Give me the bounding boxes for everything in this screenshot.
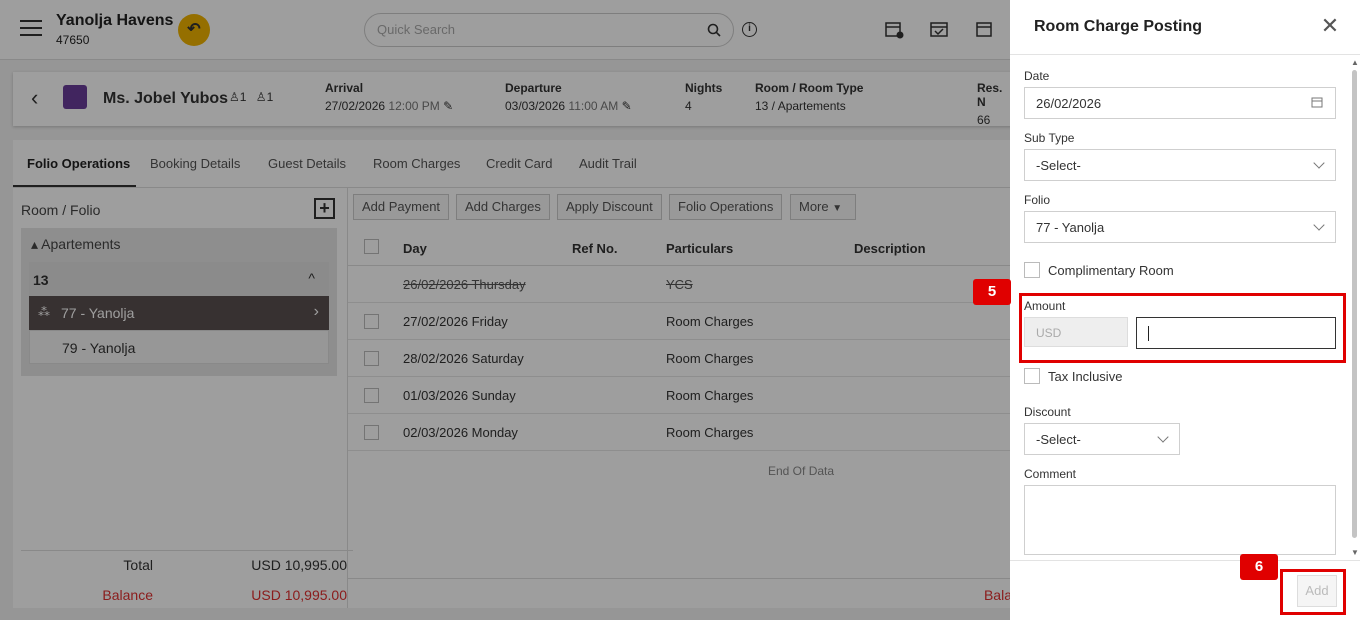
sub-type-value: -Select- [1036,158,1081,173]
comment-label: Comment [1024,467,1077,481]
modal-backdrop[interactable] [0,0,1010,620]
folio-label: Folio [1024,193,1051,207]
calendar-icon[interactable] [1311,96,1323,108]
tax-inclusive-label[interactable]: Tax Inclusive [1048,369,1122,384]
folio-select[interactable]: 77 - Yanolja [1024,211,1336,243]
amount-highlight-box [1019,293,1346,363]
panel-header: Room Charge Posting ✕ [1010,0,1360,55]
sub-type-label: Sub Type [1024,131,1075,145]
folio-value: 77 - Yanolja [1036,220,1105,235]
step-6-badge: 6 [1240,554,1278,580]
complimentary-label[interactable]: Complimentary Room [1048,263,1174,278]
complimentary-checkbox[interactable] [1024,262,1040,278]
close-icon[interactable]: ✕ [1320,15,1340,37]
comment-textarea[interactable] [1024,485,1336,555]
scroll-down-icon[interactable]: ▼ [1351,548,1359,557]
panel-title: Room Charge Posting [1034,18,1203,35]
chevron-down-icon [1157,431,1169,443]
sub-type-select[interactable]: -Select- [1024,149,1336,181]
add-highlight-box [1280,569,1346,615]
date-value: 26/02/2026 [1036,96,1102,111]
scroll-thumb[interactable] [1352,70,1357,538]
date-label: Date [1024,69,1050,83]
step-5-badge: 5 [973,279,1011,305]
chevron-down-icon [1313,219,1325,231]
date-field[interactable]: 26/02/2026 [1024,87,1336,119]
discount-value: -Select- [1036,432,1081,447]
scroll-up-icon[interactable]: ▲ [1351,58,1359,67]
panel-scrollbar[interactable]: ▲ ▼ [1350,58,1359,558]
discount-select[interactable]: -Select- [1024,423,1180,455]
discount-label: Discount [1024,405,1071,419]
chevron-down-icon [1313,157,1325,169]
tax-inclusive-checkbox[interactable] [1024,368,1040,384]
